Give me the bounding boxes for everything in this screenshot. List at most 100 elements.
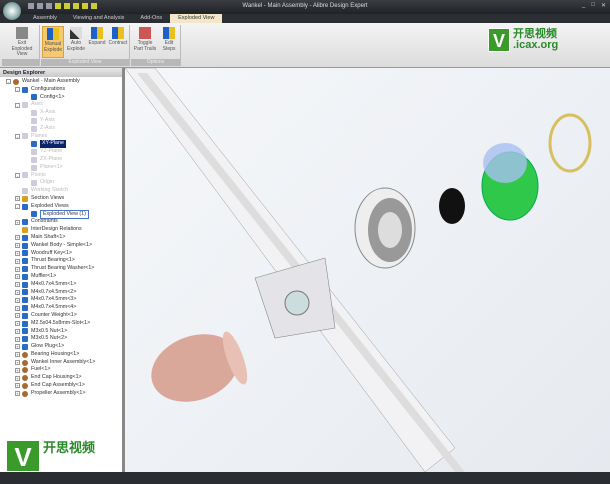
expand-toggle-icon[interactable]: + [15,360,20,366]
expand-toggle-icon[interactable]: + [15,196,20,202]
expand-toggle-icon[interactable]: + [15,344,20,350]
minimize-button[interactable]: _ [582,2,585,9]
tree-item[interactable]: - Axes [0,101,122,109]
button-label: Exit Exploded View [11,40,33,57]
expand-toggle-icon[interactable]: + [15,305,20,311]
tree-item[interactable]: + M4x0.7x4.5mm<2> [0,289,122,297]
manual-explode-button[interactable]: Manual Explode [42,26,64,58]
edit-steps-button[interactable]: Edit Steps [158,26,180,58]
tab-exploded-view[interactable]: Exploded View [170,14,223,23]
tree-item[interactable]: XY-Plane [0,140,122,149]
expand-toggle-icon[interactable]: + [15,219,20,225]
tree-item[interactable]: X-Axis [0,109,122,117]
contract-button[interactable]: Contract [107,26,129,58]
expand-toggle-icon[interactable]: + [15,274,20,280]
expand-toggle-icon[interactable]: + [15,336,20,342]
tree-item[interactable]: Plane<1> [0,164,122,172]
tree-item[interactable]: + Thrust Bearing Washer<1> [0,265,122,273]
expand-toggle-icon[interactable]: + [15,375,20,381]
auto-explode-button[interactable]: Auto Explode [65,26,87,58]
expand-toggle-icon[interactable]: - [15,204,20,210]
close-button[interactable]: ✕ [601,2,606,9]
expand-toggle-icon[interactable]: + [15,383,20,389]
tree-item-icon [22,86,28,93]
tree-item-label: Axes [31,101,43,108]
tree-item[interactable]: + Woodruff Key<1> [0,250,122,258]
tree-item-label: End Cap Assembly<1> [31,382,85,389]
tree-item[interactable]: + Fuel<1> [0,366,122,374]
tree-item[interactable]: + Thrust Bearing<1> [0,257,122,265]
tree-item-label: Wankel - Main Assembly [22,78,80,84]
expand-toggle-icon[interactable]: + [15,243,20,249]
expand-toggle-icon[interactable]: + [15,258,20,264]
exploded-model[interactable] [124,67,610,473]
tree-item-label: M4x0.7x4.5mm<2> [31,288,77,295]
explorer-tree: - Wankel - Main Assembly - Configurations Co… [0,77,122,399]
expand-toggle-icon[interactable]: + [15,289,20,295]
tab-assembly[interactable]: Assembly [25,14,65,23]
expand-toggle-icon[interactable]: + [15,391,20,397]
tree-item[interactable]: InterDesign Relations [0,226,122,234]
expand-toggle-icon[interactable]: - [15,133,20,139]
tree-item[interactable]: Origin [0,179,122,187]
expand-toggle-icon[interactable]: + [15,282,20,288]
tree-item[interactable]: ZX-Plane [0,156,122,164]
tree-item[interactable]: + Wankel Body - Simple<1> [0,242,122,250]
tree-item[interactable]: - Points [0,172,122,180]
tree-item[interactable]: Working Sketch [0,187,122,195]
expand-toggle-icon[interactable]: + [15,367,20,373]
expand-toggle-icon[interactable]: - [15,172,20,178]
maximize-button[interactable]: □ [591,2,595,9]
tree-item[interactable]: Z-Axis [0,125,122,133]
tree-item-icon [22,343,28,350]
tree-item[interactable]: + Propeller Assembly<1> [0,390,122,398]
3d-viewport[interactable] [124,67,610,473]
tree-item-icon [22,203,28,210]
tree-item[interactable]: + Muffler<1> [0,273,122,281]
tree-item[interactable]: + M3x0.5 Nut<2> [0,335,122,343]
tree-item[interactable]: + Bearing Housing<1> [0,351,122,359]
tree-item[interactable]: + Constraints [0,218,122,226]
tree-item[interactable]: - Planes [0,133,122,141]
tree-item[interactable]: + End Cap Housing<1> [0,374,122,382]
tab-viewing-analysis[interactable]: Viewing and Analysis [65,14,133,23]
tree-item-icon [31,149,37,156]
tree-item[interactable]: - Configurations [0,86,122,94]
tree-item[interactable]: Config<1> [0,94,122,102]
tab-add-ons[interactable]: Add-Ons [132,14,170,23]
tree-item[interactable]: + M4x0.7x4.5mm<1> [0,281,122,289]
tree-item[interactable]: + End Cap Assembly<1> [0,382,122,390]
tree-item-icon [22,351,28,358]
expand-toggle-icon[interactable]: + [15,321,20,327]
tree-item[interactable]: + Glow Plug<1> [0,343,122,351]
tree-item[interactable]: + M3x0.5 Nut<1> [0,328,122,336]
expand-toggle-icon[interactable]: - [6,79,11,85]
tree-item[interactable]: YZ-Plane [0,148,122,156]
tree-item-icon [22,242,28,249]
tree-item[interactable]: - Wankel - Main Assembly [0,78,122,86]
tree-item[interactable]: + Wankel Inner Assembly<1> [0,359,122,367]
exit-exploded-view-button[interactable]: Exit Exploded View [8,26,36,58]
expand-toggle-icon[interactable]: - [15,102,20,108]
tree-item-icon [22,382,28,389]
tree-item[interactable]: + Section Views [0,195,122,203]
tree-item[interactable]: Y-Axis [0,117,122,125]
tree-item[interactable]: + Counter Weight<1> [0,312,122,320]
expand-toggle-icon[interactable]: + [15,313,20,319]
wand-icon [70,27,82,39]
expand-toggle-icon[interactable]: - [15,87,20,93]
expand-toggle-icon[interactable]: + [15,235,20,241]
tree-item[interactable]: + Main Shaft<1> [0,234,122,242]
expand-toggle-icon[interactable]: + [15,250,20,256]
app-menu-button[interactable] [3,2,21,20]
expand-toggle-icon[interactable]: + [15,328,20,334]
expand-toggle-icon[interactable]: + [15,297,20,303]
toggle-part-trails-button[interactable]: Toggle Part Trails [133,26,157,58]
expand-toggle-icon[interactable]: + [15,352,20,358]
tree-item[interactable]: + M4x0.7x4.5mm<4> [0,304,122,312]
tree-item[interactable]: + M2.5x04.5x8mm-Slot<1> [0,320,122,328]
tree-item[interactable]: + M4x0.7x4.5mm<3> [0,296,122,304]
expand-button[interactable]: Expand [86,26,108,58]
tree-item[interactable]: Exploded View (1) [0,209,122,220]
expand-toggle-icon[interactable]: + [15,266,20,272]
